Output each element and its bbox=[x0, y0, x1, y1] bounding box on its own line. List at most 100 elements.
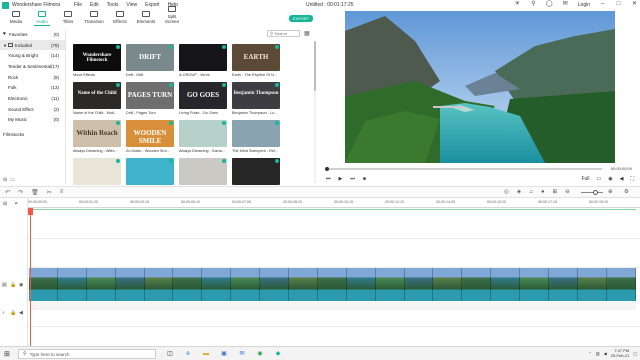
sidebar-item-electronic[interactable]: Electronic (11) bbox=[0, 93, 65, 104]
grid-scrollbar[interactable] bbox=[314, 41, 316, 183]
sidebar-item-rock[interactable]: Rock (8) bbox=[0, 72, 65, 83]
audio-thumbnail[interactable] bbox=[232, 120, 280, 147]
menu-export[interactable]: Export bbox=[145, 2, 159, 8]
sidebar-item-young-bright[interactable]: Young & Bright (14) bbox=[0, 50, 65, 61]
edge-icon[interactable]: e bbox=[183, 349, 193, 359]
audio-thumbnail[interactable]: Within Reach bbox=[73, 120, 121, 147]
audio-thumbnail[interactable]: EARTH bbox=[232, 44, 280, 71]
filmora-taskbar-icon[interactable]: ◆ bbox=[273, 349, 283, 359]
eye-icon[interactable]: ◉ bbox=[19, 282, 23, 288]
sidebar-item-sound-effect[interactable]: Sound Effect (2) bbox=[0, 104, 65, 115]
menu-file[interactable]: File bbox=[74, 2, 82, 8]
tray-chevron-icon[interactable]: ⌃ bbox=[589, 351, 592, 356]
audio-thumbnail[interactable]: PAGES TURN bbox=[126, 82, 174, 109]
marker-icon[interactable]: ◈ bbox=[517, 189, 521, 195]
volume-icon[interactable]: ◀ bbox=[620, 176, 624, 182]
volume-tray-icon[interactable]: ◀ bbox=[604, 351, 607, 356]
tab-titles[interactable]: Titles bbox=[56, 11, 80, 26]
task-view-icon[interactable]: ◫ bbox=[165, 349, 175, 359]
playback-progress[interactable] bbox=[325, 167, 602, 171]
delete-icon[interactable]: 🗑 bbox=[31, 189, 39, 196]
menu-edit[interactable]: Edit bbox=[90, 2, 99, 8]
display-icon[interactable]: ▭ bbox=[597, 176, 602, 182]
maximize-icon[interactable]: □ bbox=[615, 1, 622, 8]
windows-start-icon[interactable]: ⊞ bbox=[4, 350, 10, 358]
export-button[interactable]: EXPORT bbox=[289, 15, 313, 22]
sidebar-item-filmstocks[interactable]: Filmstocks bbox=[0, 129, 65, 140]
download-icon[interactable] bbox=[275, 121, 279, 125]
network-icon[interactable]: ▥ bbox=[596, 351, 600, 356]
zoom-out-icon[interactable]: ⊖ bbox=[565, 189, 570, 195]
sidebar-item-tender-sentimental[interactable]: Tender & Sentimental (17) bbox=[0, 61, 65, 72]
search-box[interactable]: ⚲ bbox=[267, 30, 300, 37]
audio-thumbnail[interactable] bbox=[179, 158, 227, 185]
mail-app-icon[interactable]: ✉ bbox=[237, 349, 247, 359]
add-folder-icon[interactable]: ⊞ bbox=[3, 177, 7, 183]
grid-view-icon[interactable]: ▦ bbox=[304, 30, 310, 37]
mail-icon[interactable]: ✉ bbox=[562, 1, 569, 8]
audio-thumbnail[interactable]: Benjamin Thompson bbox=[232, 82, 280, 109]
audio-thumbnail[interactable] bbox=[232, 158, 280, 185]
fullscreen-icon[interactable]: ⛶ bbox=[630, 176, 634, 182]
store-icon[interactable]: ▣ bbox=[219, 349, 229, 359]
tab-split-screen[interactable]: Split Screen bbox=[160, 6, 184, 26]
step-forward-icon[interactable]: ⏭ bbox=[350, 176, 355, 182]
close-icon[interactable]: ✕ bbox=[631, 1, 638, 8]
audio-track[interactable] bbox=[29, 302, 636, 310]
audio-thumbnail[interactable]: WOODEN SMILE bbox=[126, 120, 174, 147]
audio-thumbnail[interactable] bbox=[73, 158, 121, 185]
notification-icon[interactable]: ▢ bbox=[633, 351, 637, 356]
download-icon[interactable] bbox=[222, 83, 226, 87]
minimize-icon[interactable]: – bbox=[599, 1, 606, 8]
render-icon[interactable]: ◎ bbox=[504, 189, 509, 195]
download-icon[interactable] bbox=[116, 83, 120, 87]
download-icon[interactable] bbox=[222, 45, 226, 49]
zoom-in-icon[interactable]: ⊕ bbox=[608, 189, 613, 195]
audio-thumbnail[interactable]: DRIFT bbox=[126, 44, 174, 71]
cut-icon[interactable]: ✂ bbox=[47, 189, 52, 196]
download-icon[interactable] bbox=[222, 159, 226, 163]
download-icon[interactable] bbox=[169, 83, 173, 87]
tab-media[interactable]: Media bbox=[4, 11, 28, 26]
mic-icon[interactable]: ● bbox=[541, 189, 544, 195]
sidebar-item-folk[interactable]: Folk (13) bbox=[0, 82, 65, 93]
login-link[interactable]: Login bbox=[578, 2, 590, 8]
taskbar-search[interactable]: ⚲ Type here to search bbox=[18, 349, 156, 359]
audio-thumbnail[interactable]: Name of the Child bbox=[73, 82, 121, 109]
audio-thumbnail[interactable] bbox=[179, 44, 227, 71]
tab-effects[interactable]: Effects bbox=[108, 11, 132, 26]
download-icon[interactable] bbox=[275, 159, 279, 163]
download-icon[interactable] bbox=[275, 83, 279, 87]
timeline-playhead[interactable] bbox=[28, 208, 33, 346]
tab-transition[interactable]: Transition bbox=[82, 11, 106, 26]
folder-open-icon[interactable]: ▭ bbox=[10, 177, 15, 183]
download-icon[interactable] bbox=[116, 45, 120, 49]
undo-icon[interactable]: ↶ bbox=[5, 189, 10, 196]
audio-thumbnail[interactable] bbox=[126, 158, 174, 185]
download-icon[interactable] bbox=[169, 45, 173, 49]
menu-view[interactable]: View bbox=[126, 2, 137, 8]
redo-icon[interactable]: ↷ bbox=[18, 189, 23, 196]
playhead-knob[interactable] bbox=[325, 167, 329, 171]
lock-icon[interactable]: 🔒 bbox=[10, 282, 16, 288]
brightness-icon[interactable]: ☀ bbox=[514, 1, 521, 8]
snapshot-icon[interactable]: ◉ bbox=[608, 176, 612, 182]
search-input[interactable] bbox=[274, 31, 299, 36]
voiceover-icon[interactable]: ♫ bbox=[529, 189, 533, 195]
tab-audio[interactable]: Audio bbox=[30, 11, 54, 26]
download-icon[interactable] bbox=[169, 159, 173, 163]
menu-tools[interactable]: Tools bbox=[107, 2, 119, 8]
audio-thumbnail[interactable]: GO GOES bbox=[179, 82, 227, 109]
download-icon[interactable] bbox=[169, 121, 173, 125]
chrome-icon[interactable]: ◉ bbox=[255, 349, 265, 359]
scrollbar-thumb[interactable] bbox=[314, 41, 316, 91]
audio-thumbnail[interactable]: Wondershare Filmstock bbox=[73, 44, 121, 71]
play-icon[interactable]: ▶ bbox=[339, 176, 343, 182]
add-track-icon[interactable]: ⊞ bbox=[3, 201, 7, 207]
zoom-slider-knob[interactable] bbox=[593, 190, 598, 195]
video-clip[interactable] bbox=[29, 268, 636, 301]
download-icon[interactable] bbox=[116, 121, 120, 125]
tab-elements[interactable]: Elements bbox=[134, 11, 158, 26]
file-explorer-icon[interactable]: ▬ bbox=[201, 349, 211, 359]
sidebar-item-my-music[interactable]: My Music (0) bbox=[0, 115, 65, 126]
